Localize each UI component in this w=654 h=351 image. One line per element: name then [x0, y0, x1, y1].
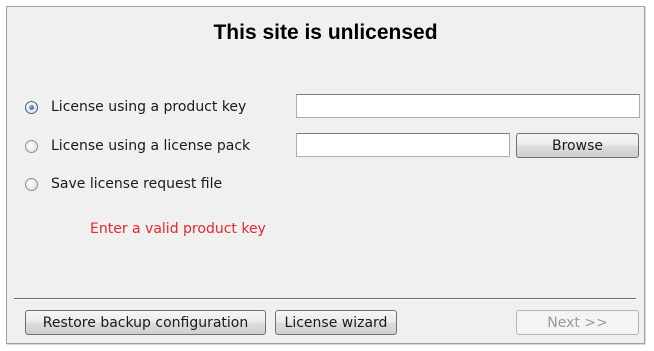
product-key-input[interactable]: [296, 94, 640, 118]
license-pack-label[interactable]: License using a license pack: [51, 138, 250, 154]
option-request-file[interactable]: Save license request file: [25, 172, 222, 196]
license-pack-input[interactable]: [296, 133, 510, 157]
validation-message: Enter a valid product key: [90, 221, 266, 237]
request-file-label[interactable]: Save license request file: [51, 176, 222, 192]
option-product-key[interactable]: License using a product key: [25, 95, 246, 119]
license-dialog: This site is unlicensed License using a …: [6, 6, 645, 344]
product-key-radio[interactable]: [25, 100, 38, 114]
next-button[interactable]: Next >>: [516, 310, 639, 335]
footer-separator: [14, 298, 636, 300]
license-pack-radio[interactable]: [25, 139, 38, 153]
request-file-radio[interactable]: [25, 177, 38, 191]
dialog-title: This site is unlicensed: [213, 21, 438, 44]
product-key-label[interactable]: License using a product key: [51, 99, 246, 115]
option-license-pack[interactable]: License using a license pack: [25, 134, 250, 158]
license-wizard-button[interactable]: License wizard: [275, 310, 397, 335]
restore-backup-button[interactable]: Restore backup configuration: [25, 310, 266, 335]
browse-button[interactable]: Browse: [516, 133, 639, 158]
